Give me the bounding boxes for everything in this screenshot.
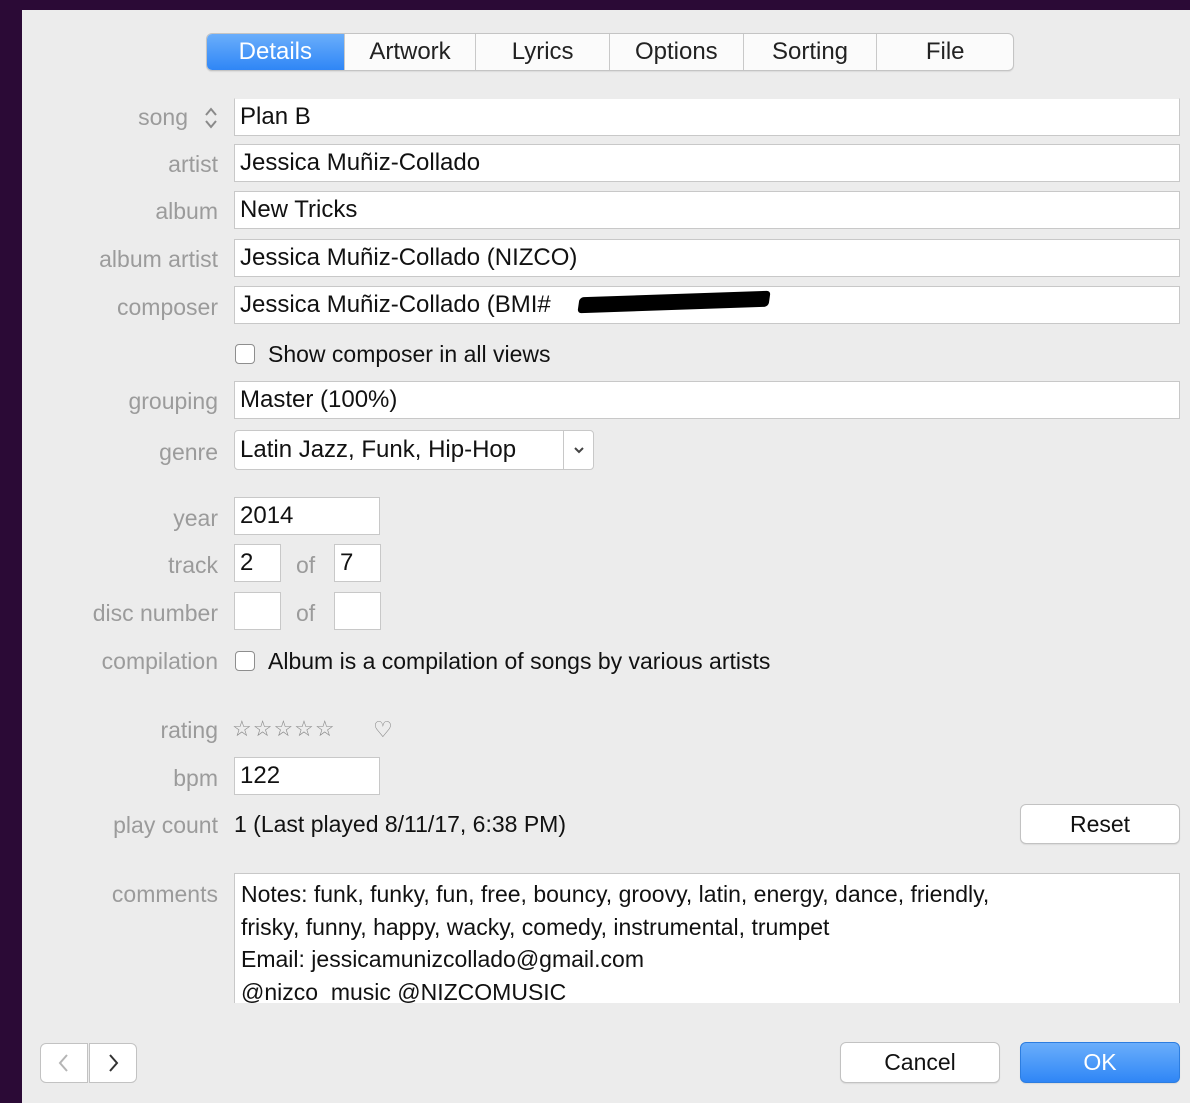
bpm-label: bpm (173, 765, 218, 791)
next-button[interactable] (89, 1043, 137, 1083)
tab-artwork[interactable]: Artwork (345, 34, 477, 70)
track-label: track (168, 552, 218, 578)
chevron-down-icon[interactable] (563, 431, 594, 469)
previous-button[interactable] (40, 1043, 88, 1083)
tab-sorting[interactable]: Sorting (744, 34, 878, 70)
comments-line: Notes: funk, funky, fun, free, bouncy, g… (241, 881, 990, 907)
genre-value: Latin Jazz, Funk, Hip-Hop (240, 436, 517, 463)
cancel-button[interactable]: Cancel (840, 1042, 1000, 1083)
compilation-checkbox-label: Album is a compilation of songs by vario… (268, 648, 771, 674)
chevron-right-icon (109, 1054, 119, 1072)
genre-select[interactable]: Latin Jazz, Funk, Hip-Hop (234, 430, 594, 470)
tab-lyrics[interactable]: Lyrics (476, 34, 610, 70)
song-info-dialog: Details Artwork Lyrics Options Sorting F… (22, 10, 1190, 1103)
grouping-label: grouping (128, 388, 218, 414)
grouping-field[interactable]: Master (100%) (234, 381, 1180, 419)
tab-details[interactable]: Details (207, 34, 345, 70)
song-label: song (138, 104, 188, 130)
album-artist-label: album artist (99, 246, 218, 272)
rating-stars[interactable]: ☆☆☆☆☆ (232, 716, 336, 742)
show-composer-label: Show composer in all views (268, 341, 551, 367)
compilation-label: compilation (101, 648, 218, 674)
year-field[interactable]: 2014 (234, 497, 380, 535)
composer-label: composer (117, 294, 218, 320)
song-field[interactable]: Plan B (234, 98, 1180, 136)
play-count-value: 1 (Last played 8/11/17, 6:38 PM) (234, 811, 566, 837)
ok-button[interactable]: OK (1020, 1042, 1180, 1083)
tab-bar: Details Artwork Lyrics Options Sorting F… (206, 33, 1014, 71)
album-artist-field[interactable]: Jessica Muñiz-Collado (NIZCO) (234, 239, 1180, 277)
heart-icon[interactable]: ♡ (373, 717, 394, 743)
chevron-left-icon (58, 1054, 68, 1072)
genre-label: genre (159, 439, 218, 465)
up-down-chevron-icon[interactable] (202, 104, 220, 132)
comments-label: comments (111, 881, 218, 907)
album-field[interactable]: New Tricks (234, 191, 1180, 229)
comments-textarea[interactable]: Notes: funk, funky, fun, free, bouncy, g… (234, 873, 1180, 1003)
comments-line: Email: jessicamunizcollado@gmail.com (241, 946, 644, 972)
tab-options[interactable]: Options (610, 34, 744, 70)
album-label: album (155, 198, 218, 224)
track-number-field[interactable]: 2 (234, 544, 281, 582)
rating-label: rating (160, 717, 218, 743)
artist-field[interactable]: Jessica Muñiz-Collado (234, 144, 1180, 182)
bpm-field[interactable]: 122 (234, 757, 380, 795)
compilation-checkbox[interactable] (235, 651, 255, 671)
show-composer-checkbox[interactable] (235, 344, 255, 364)
play-count-label: play count (113, 812, 218, 838)
year-label: year (173, 505, 218, 531)
track-of-label: of (296, 552, 316, 578)
reset-button[interactable]: Reset (1020, 804, 1180, 844)
comments-line: frisky, funny, happy, wacky, comedy, ins… (241, 913, 830, 940)
comments-line: @nizco_music @NIZCOMUSIC (241, 978, 567, 1004)
disc-number-label: disc number (92, 600, 218, 626)
disc-of-label: of (296, 600, 316, 626)
tab-file[interactable]: File (877, 34, 1013, 70)
track-total-field[interactable]: 7 (334, 544, 381, 582)
disc-total-field[interactable] (334, 592, 381, 630)
disc-number-field[interactable] (234, 592, 281, 630)
artist-label: artist (168, 151, 218, 177)
